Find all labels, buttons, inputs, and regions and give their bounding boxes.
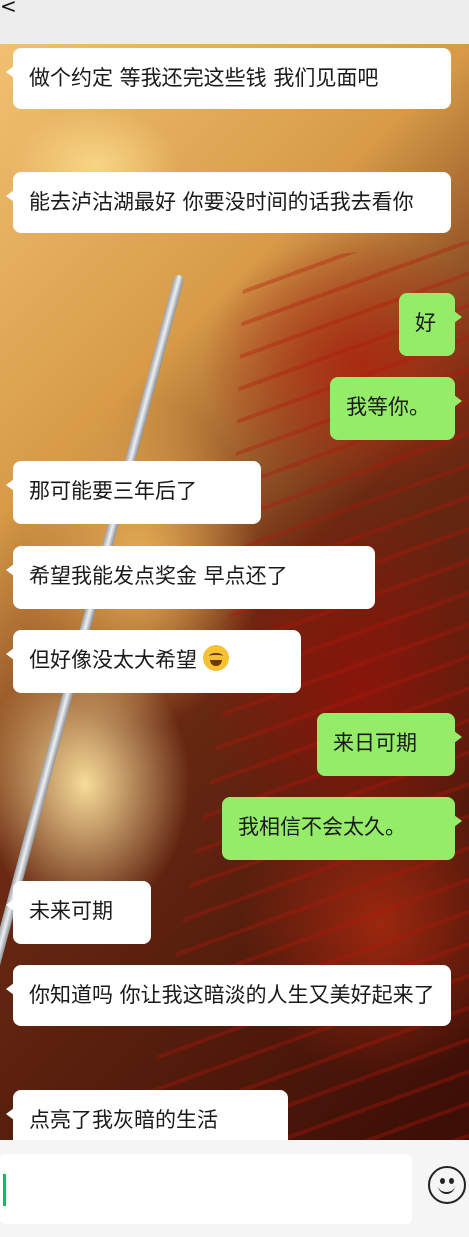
message-text: 希望我能发点奖金 早点还了 [29, 564, 288, 588]
message-bubble-outgoing[interactable]: 我相信不会太久。 [222, 797, 462, 860]
message-input[interactable] [0, 1154, 412, 1224]
message-bubble-incoming[interactable]: 希望我能发点奖金 早点还了 [6, 546, 375, 609]
message-bubble-incoming[interactable]: 那可能要三年后了 [6, 461, 261, 524]
message-text: 点亮了我灰暗的生活 [29, 1108, 218, 1132]
message-bubble-outgoing[interactable]: 我等你。 [330, 377, 462, 440]
message-text: 我相信不会太久。 [238, 815, 406, 839]
message-text: 能去泸沽湖最好 你要没时间的话我去看你 [29, 190, 414, 214]
message-bubble-outgoing[interactable]: 好 [399, 293, 462, 356]
message-bubble-incoming[interactable]: 你知道吗 你让我这暗淡的人生又美好起来了 [6, 965, 451, 1026]
message-text: 我等你。 [346, 395, 430, 419]
top-bar: < [0, 0, 469, 44]
message-bubble-incoming[interactable]: 能去泸沽湖最好 你要没时间的话我去看你 [6, 172, 451, 233]
message-bubble-incoming[interactable]: 未来可期 [6, 881, 151, 944]
message-bubble-outgoing[interactable]: 来日可期 [317, 713, 462, 776]
message-bubble-incoming[interactable]: 但好像没太大希望 [6, 630, 301, 693]
laughing-tears-emoji-icon [203, 645, 229, 671]
text-cursor [3, 1174, 6, 1206]
input-bar [0, 1140, 469, 1237]
message-text: 你知道吗 你让我这暗淡的人生又美好起来了 [29, 983, 435, 1007]
message-text: 但好像没太大希望 [29, 648, 197, 672]
message-text: 做个约定 等我还完这些钱 我们见面吧 [29, 66, 379, 90]
message-text: 那可能要三年后了 [29, 479, 197, 503]
message-bubble-incoming[interactable]: 做个约定 等我还完这些钱 我们见面吧 [6, 48, 451, 109]
message-text: 好 [415, 311, 436, 335]
smile-icon-mouth [438, 1183, 455, 1194]
message-text: 来日可期 [333, 731, 417, 755]
message-text: 未来可期 [29, 899, 113, 923]
back-button[interactable]: < [0, 0, 17, 18]
smile-icon[interactable] [428, 1166, 466, 1204]
